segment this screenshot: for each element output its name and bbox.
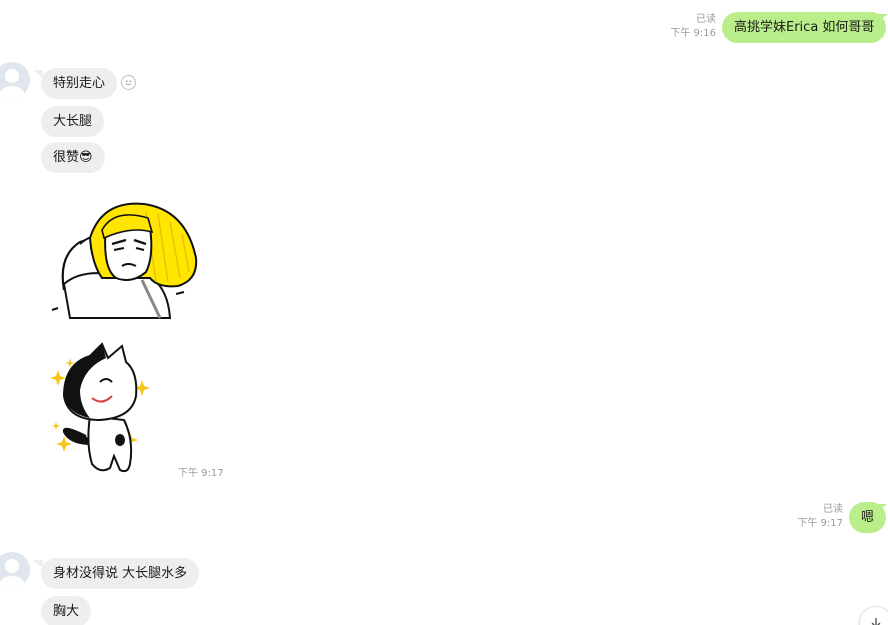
incoming-message-bubble[interactable]: 很赞😎 bbox=[41, 142, 105, 173]
incoming-message-bubble[interactable]: 身材没得说 大长腿水多 bbox=[41, 558, 200, 589]
saluting-blonde-sticker[interactable] bbox=[50, 198, 200, 322]
contact-avatar[interactable] bbox=[0, 552, 30, 588]
message-time: 下午 9:17 bbox=[797, 518, 843, 529]
message-time: 下午 9:17 bbox=[178, 468, 224, 479]
read-status: 已读 bbox=[696, 14, 716, 25]
outgoing-message-bubble[interactable]: 高挑学妹Erica 如何哥哥 bbox=[722, 12, 887, 43]
incoming-message-bubble[interactable]: 特别走心 bbox=[41, 68, 118, 99]
chat-panel: 已读 下午 9:16 高挑学妹Erica 如何哥哥 特别走心 大长腿 很赞😎 下… bbox=[0, 0, 888, 625]
smiley-face-glyph bbox=[125, 80, 132, 86]
default-avatar-icon bbox=[0, 552, 30, 588]
read-status: 已读 bbox=[823, 504, 843, 515]
message-meta: 已读 下午 9:16 bbox=[640, 13, 716, 41]
bubble-tail bbox=[877, 504, 887, 512]
arrow-down-icon bbox=[871, 618, 881, 625]
sparkling-cat-sticker[interactable] bbox=[50, 340, 160, 476]
incoming-message-bubble[interactable]: 大长腿 bbox=[41, 106, 105, 137]
default-avatar-icon bbox=[0, 62, 30, 98]
contact-avatar[interactable] bbox=[0, 62, 30, 98]
sticker-image bbox=[51, 202, 198, 319]
smiley-icon[interactable] bbox=[121, 75, 136, 90]
sticker-image bbox=[50, 342, 150, 473]
message-time: 下午 9:16 bbox=[670, 28, 716, 39]
scroll-to-bottom-button[interactable] bbox=[859, 606, 888, 625]
bubble-tail bbox=[878, 14, 888, 22]
incoming-message-bubble[interactable]: 胸大 bbox=[41, 596, 92, 625]
message-meta: 已读 下午 9:17 bbox=[767, 503, 843, 531]
